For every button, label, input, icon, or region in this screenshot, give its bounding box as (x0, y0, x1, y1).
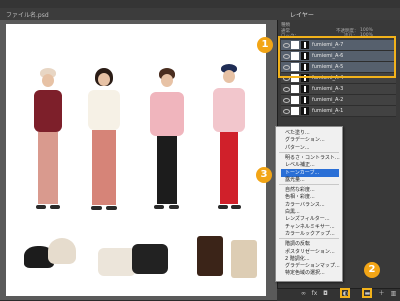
visibility-eye-icon[interactable] (283, 98, 290, 103)
new-layer-icon[interactable]: ＋ (378, 290, 385, 297)
menu-item[interactable]: 特定色域の選択... (281, 269, 339, 277)
layer-mask-thumbnail[interactable] (301, 107, 309, 115)
app-title-bar (0, 0, 400, 8)
layer-mask-thumbnail[interactable] (301, 96, 309, 104)
visibility-eye-icon[interactable] (283, 87, 290, 92)
step-badge-3: 3 (256, 167, 272, 183)
brown-boots (197, 236, 223, 276)
model-photo-3 (144, 68, 190, 223)
layer-thumbnail (291, 85, 299, 93)
trash-icon[interactable]: ▥ (390, 290, 397, 297)
layer-row[interactable]: fumiemi_A-2 (281, 95, 396, 106)
model-photo-1 (28, 68, 68, 223)
fx-icon[interactable]: fx (311, 290, 318, 297)
menu-separator (279, 184, 339, 186)
layer-thumbnail (291, 96, 299, 104)
document-canvas[interactable] (6, 24, 266, 296)
link-icon[interactable]: ∞ (300, 290, 307, 297)
black-handbag (132, 244, 168, 274)
layer-mask-thumbnail[interactable] (301, 85, 309, 93)
selected-layers-highlight (278, 36, 396, 78)
menu-item[interactable]: 露光量... (281, 176, 339, 184)
model-photo-4 (207, 64, 251, 224)
layer-thumbnail (291, 107, 299, 115)
mask-icon[interactable]: ◘ (322, 290, 329, 297)
beige-boots (231, 240, 257, 278)
step-badge-2: 2 (364, 262, 380, 278)
layers-panel-tab[interactable]: レイヤー (290, 10, 314, 19)
document-tab[interactable]: ファイル名.psd (6, 10, 49, 19)
step-badge-1: 1 (257, 37, 273, 53)
layer-row[interactable]: fumiemi_A-1 (281, 106, 396, 117)
adjustment-button-highlight (340, 288, 350, 298)
menu-separator (279, 238, 339, 240)
menu-separator (279, 151, 339, 153)
group-button-highlight (362, 288, 372, 298)
layer-name: fumiemi_A-3 (312, 86, 344, 92)
visibility-eye-icon[interactable] (283, 109, 290, 114)
beige-bucket-hat (48, 238, 76, 264)
layer-name: fumiemi_A-2 (312, 97, 344, 103)
white-handbag (98, 248, 136, 276)
layer-row[interactable]: fumiemi_A-3 (281, 84, 396, 95)
model-photo-2 (82, 68, 126, 223)
layer-name: fumiemi_A-1 (312, 108, 344, 114)
menu-item[interactable]: カラールックアップ... (281, 230, 339, 238)
menu-item[interactable]: パターン... (281, 144, 339, 152)
